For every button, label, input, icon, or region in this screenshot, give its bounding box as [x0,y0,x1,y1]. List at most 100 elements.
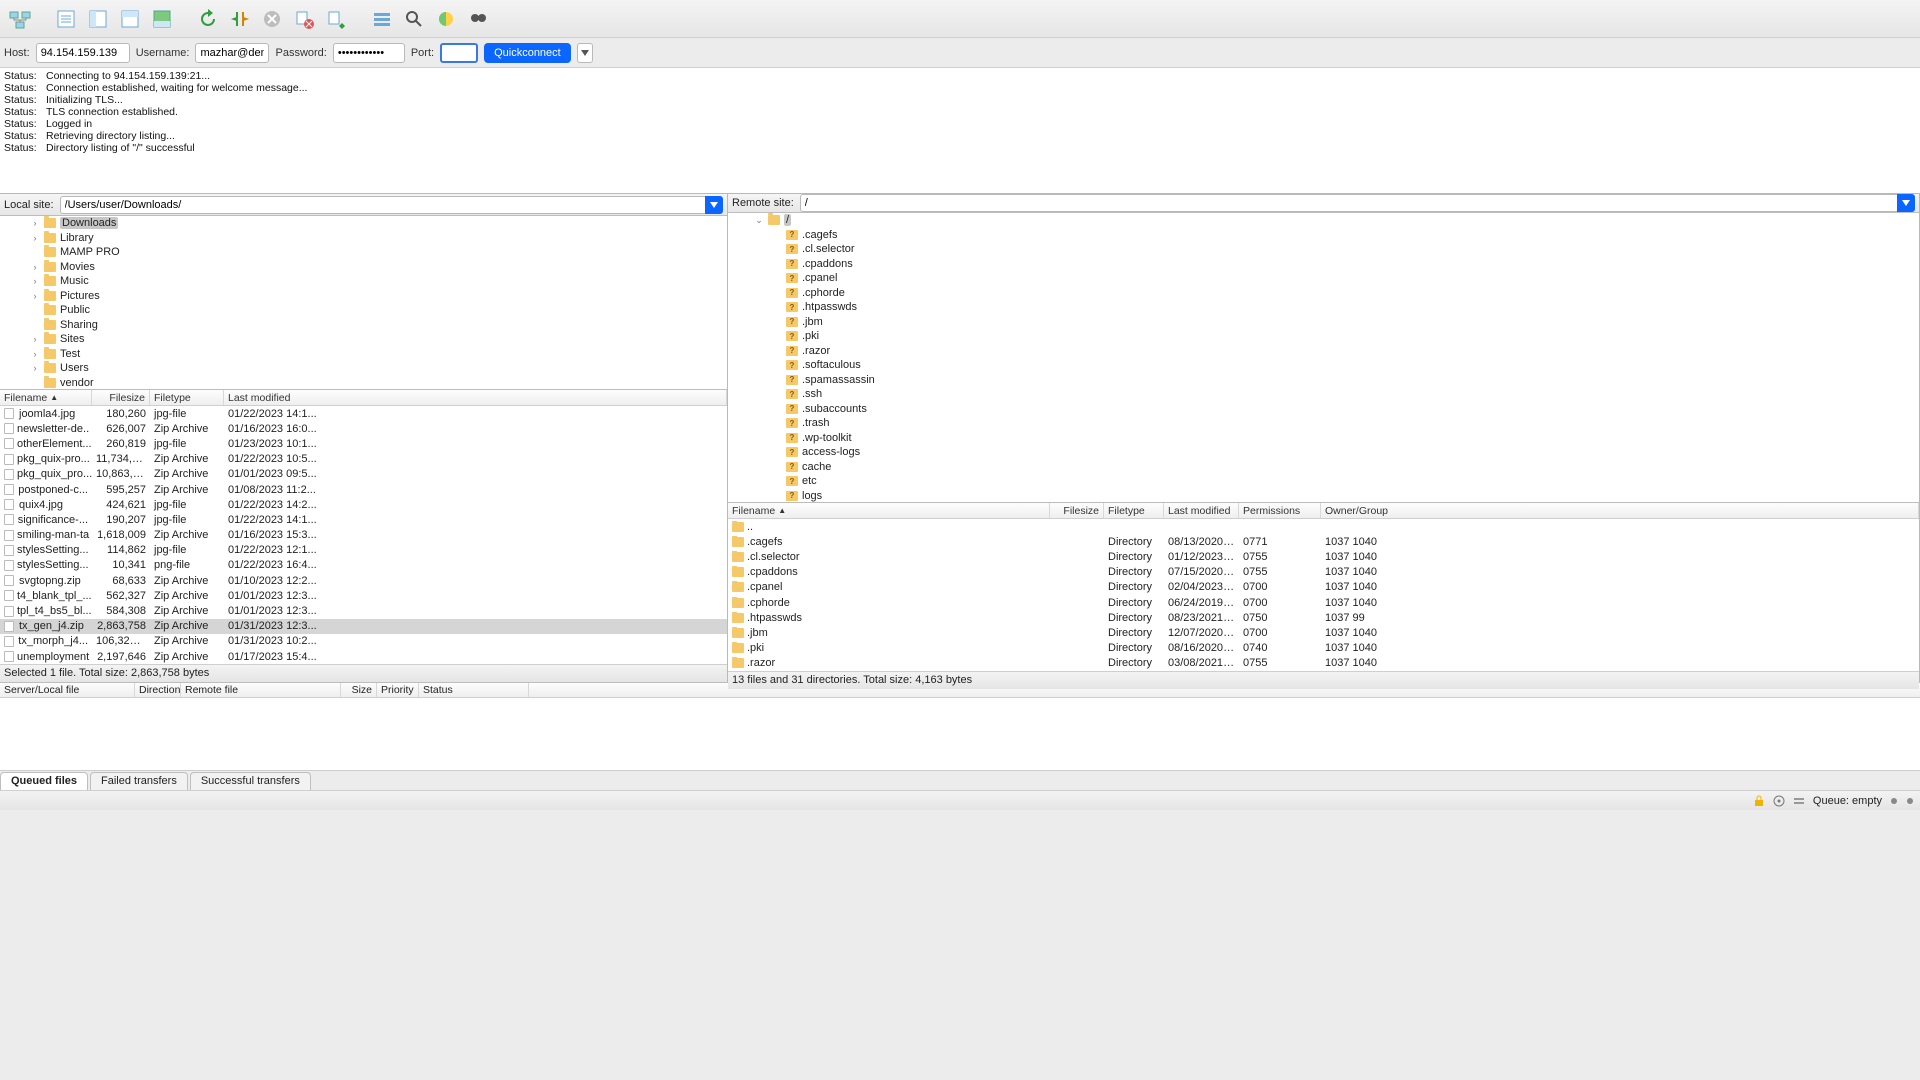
tree-item[interactable]: ?.razor [728,344,1919,359]
folder-unknown-icon: ? [786,244,798,254]
disconnect-icon[interactable] [290,5,318,33]
process-queue-icon[interactable] [226,5,254,33]
file-row[interactable]: pkg_quix_pro...10,863,985Zip Archive01/0… [0,467,727,482]
remote-file-header[interactable]: Filename▲ Filesize Filetype Last modifie… [728,503,1919,519]
tree-item[interactable]: ?.cagefs [728,228,1919,243]
tree-item[interactable]: ?.trash [728,416,1919,431]
host-input[interactable] [36,43,130,63]
remote-path-input[interactable] [800,194,1897,212]
tree-item[interactable]: ⌄/ [728,213,1919,228]
find-icon[interactable] [464,5,492,33]
file-row[interactable]: .cagefsDirectory08/13/2020 ...07711037 1… [728,534,1919,549]
tab-success[interactable]: Successful transfers [190,772,311,790]
tree-item[interactable]: ?.softaculous [728,358,1919,373]
log-message: Connecting to 94.154.159.139:21... [46,70,210,82]
tree-item[interactable]: ?.htpasswds [728,300,1919,315]
local-file-header[interactable]: Filename▲ Filesize Filetype Last modifie… [0,390,727,406]
file-row[interactable]: .. [728,519,1919,534]
tree-item[interactable]: ›Pictures [0,289,727,304]
tree-item[interactable]: ›Users [0,361,727,376]
file-row[interactable]: tx_morph_j4...106,328,0...Zip Archive01/… [0,634,727,649]
file-row[interactable]: stylesSetting...10,341png-file01/22/2023… [0,558,727,573]
file-row[interactable]: t4_blank_tpl_...562,327Zip Archive01/01/… [0,588,727,603]
tree-item[interactable]: ?.cphorde [728,286,1919,301]
tree-item[interactable]: ?access-logs [728,445,1919,460]
file-row[interactable]: otherElement...260,819jpg-file01/23/2023… [0,436,727,451]
reconnect-icon[interactable] [322,5,350,33]
tree-item[interactable]: ›Test [0,347,727,362]
gear-icon[interactable] [1773,795,1785,807]
site-manager-icon[interactable] [6,5,34,33]
file-row[interactable]: .cphordeDirectory06/24/2019 1...07001037… [728,595,1919,610]
file-row[interactable]: newsletter-de..626,007Zip Archive01/16/2… [0,421,727,436]
refresh-icon[interactable] [194,5,222,33]
quickconnect-button[interactable]: Quickconnect [484,43,571,63]
tree-item[interactable]: ?logs [728,489,1919,504]
file-row[interactable]: joomla4.jpg180,260jpg-file01/22/2023 14:… [0,406,727,421]
file-row[interactable]: significance-...190,207jpg-file01/22/202… [0,512,727,527]
remote-file-list[interactable]: ...cagefsDirectory08/13/2020 ...07711037… [728,519,1919,671]
tree-item[interactable]: ?.cpaddons [728,257,1919,272]
file-row[interactable]: pkg_quix-pro...11,734,755Zip Archive01/2… [0,452,727,467]
file-row[interactable]: .htpasswdsDirectory08/23/2021 1...075010… [728,610,1919,625]
tree-item[interactable]: ›Sites [0,332,727,347]
tree-item[interactable]: ›Music [0,274,727,289]
file-row[interactable]: .cl.selectorDirectory01/12/2023 1...0755… [728,549,1919,564]
local-file-list[interactable]: joomla4.jpg180,260jpg-file01/22/2023 14:… [0,406,727,664]
toggle-log-icon[interactable] [52,5,80,33]
file-row[interactable]: .cpaddonsDirectory07/15/2020 2...0755103… [728,565,1919,580]
file-row[interactable]: quix4.jpg424,621jpg-file01/22/2023 14:2.… [0,497,727,512]
remote-directory-tree[interactable]: ⌄/?.cagefs?.cl.selector?.cpaddons?.cpane… [728,213,1919,503]
tree-item[interactable]: ?cache [728,460,1919,475]
file-row[interactable]: .cpanelDirectory02/04/2023 1...07001037 … [728,580,1919,595]
local-directory-tree[interactable]: ›Downloads›LibraryMAMP PRO›Movies›Music›… [0,216,727,390]
tree-item[interactable]: vendor [0,376,727,391]
message-log[interactable]: Status:Connecting to 94.154.159.139:21..… [0,68,1920,194]
tree-item[interactable]: ?.ssh [728,387,1919,402]
tree-item[interactable]: MAMP PRO [0,245,727,260]
tree-item[interactable]: ?.wp-toolkit [728,431,1919,446]
port-input[interactable] [440,43,478,63]
filter-icon[interactable] [368,5,396,33]
tab-failed[interactable]: Failed transfers [90,772,188,790]
toggle-local-tree-icon[interactable] [84,5,112,33]
tree-item[interactable]: ›Downloads [0,216,727,231]
file-row[interactable]: svgtopng.zip68,633Zip Archive01/10/2023 … [0,573,727,588]
file-row[interactable]: postponed-c...595,257Zip Archive01/08/20… [0,482,727,497]
tree-item[interactable]: ?.spamassassin [728,373,1919,388]
file-row[interactable]: .jbmDirectory12/07/2020 1...07001037 104… [728,625,1919,640]
tree-item[interactable]: ?.subaccounts [728,402,1919,417]
tree-item[interactable]: ?.cpanel [728,271,1919,286]
tree-item[interactable]: ›Library [0,231,727,246]
file-row[interactable]: .razorDirectory03/08/2021 0...07551037 1… [728,656,1919,671]
username-input[interactable] [195,43,269,63]
lock-icon[interactable] [1753,795,1765,807]
local-path-dropdown[interactable] [705,196,723,214]
toggle-queue-icon[interactable] [148,5,176,33]
transfer-queue[interactable] [0,698,1920,770]
tab-queued[interactable]: Queued files [0,772,88,790]
tree-item[interactable]: ?.pki [728,329,1919,344]
file-row[interactable]: unemployment2,197,646Zip Archive01/17/20… [0,649,727,664]
file-row[interactable]: .pkiDirectory08/16/2020 1...07401037 104… [728,641,1919,656]
compare-icon[interactable] [432,5,460,33]
tree-item[interactable]: Public [0,303,727,318]
file-row[interactable]: tx_gen_j4.zip2,863,758Zip Archive01/31/2… [0,619,727,634]
tree-item[interactable]: Sharing [0,318,727,333]
remote-path-dropdown[interactable] [1897,194,1915,212]
local-path-input[interactable] [60,196,705,214]
tree-item[interactable]: ?etc [728,474,1919,489]
quickconnect-history-button[interactable] [577,43,593,63]
file-row[interactable]: tpl_t4_bs5_bl...584,308Zip Archive01/01/… [0,603,727,618]
folder-icon [44,291,56,301]
tree-item[interactable]: ›Movies [0,260,727,275]
search-icon[interactable] [400,5,428,33]
tree-item[interactable]: ?.cl.selector [728,242,1919,257]
password-input[interactable] [333,43,405,63]
folder-unknown-icon: ? [786,331,798,341]
toggle-remote-tree-icon[interactable] [116,5,144,33]
file-row[interactable]: stylesSetting...114,862jpg-file01/22/202… [0,543,727,558]
tree-item[interactable]: ?.jbm [728,315,1919,330]
file-row[interactable]: smiling-man-ta1,618,009Zip Archive01/16/… [0,528,727,543]
cancel-icon[interactable] [258,5,286,33]
